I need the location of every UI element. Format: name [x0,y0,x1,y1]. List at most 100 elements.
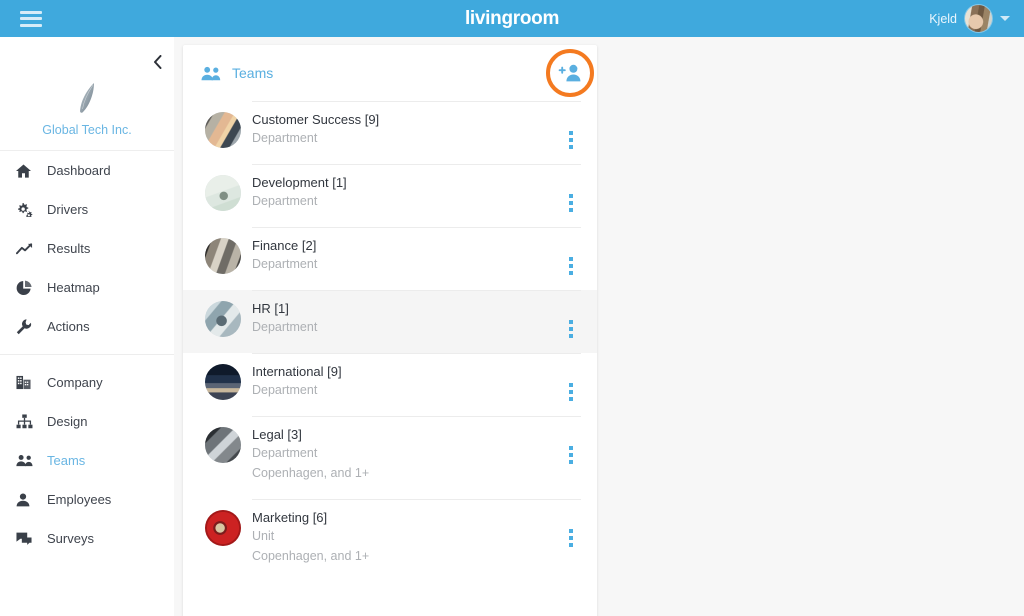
kebab-dot [569,208,573,212]
team-name: Customer Success [9] [252,112,380,127]
table-row[interactable]: Finance [2] Department [183,227,597,290]
feather-logo-glyph [80,83,94,113]
users-icon [201,66,222,81]
team-avatar [205,364,241,400]
hamburger-icon[interactable] [20,10,42,27]
kebab-dot [569,383,573,387]
table-row[interactable]: Customer Success [9] Department [183,101,597,164]
kebab-dot [569,138,573,142]
avatar-image [205,175,241,211]
sidebar: Global Tech Inc. Dashboard Drivers Resul… [0,37,175,616]
team-name: Marketing [6] [252,510,328,525]
sidebar-item-actions[interactable]: Actions [0,307,174,346]
sidebar-item-design[interactable]: Design [0,402,174,441]
team-name: Finance [2] [252,238,317,253]
feather-logo [0,81,174,115]
sidebar-item-employees[interactable]: Employees [0,480,174,519]
team-type: Department [252,131,318,145]
sidebar-item-label: Dashboard [47,163,111,178]
sidebar-item-heatmap[interactable]: Heatmap [0,268,174,307]
sidebar-item-company[interactable]: Company [0,363,174,402]
team-type: Department [252,383,318,397]
team-row-body: Customer Success [9] Department [252,101,581,164]
add-team-button[interactable] [557,60,583,86]
team-row-body: Finance [2] Department [252,227,581,290]
kebab-dot [569,194,573,198]
main-content: Teams Customer Success [9] Department De… [174,37,1024,616]
team-name: International [9] [252,364,342,379]
table-row[interactable]: International [9] Department [183,353,597,416]
comments-icon [16,531,40,546]
avatar-image [965,5,992,32]
sidebar-collapse-button[interactable] [153,55,162,71]
table-row[interactable]: HR [1] Department [183,290,597,353]
top-bar: livingroom Kjeld [0,0,1024,37]
table-row[interactable]: Development [1] Department [183,164,597,227]
kebab-dot [569,320,573,324]
team-row-body: HR [1] Department [252,290,581,353]
team-row-body: Development [1] Department [252,164,581,227]
user-icon [16,493,40,507]
kebab-dot [569,271,573,275]
wrench-icon [16,318,40,335]
more-vertical-icon[interactable] [564,383,578,401]
sidebar-item-label: Results [47,241,91,256]
sidebar-item-label: Heatmap [47,280,100,295]
more-vertical-icon[interactable] [564,320,578,338]
teams-list: Customer Success [9] Department Developm… [183,101,597,582]
kebab-dot [569,446,573,450]
kebab-dot [569,453,573,457]
sidebar-item-label: Actions [47,319,90,334]
team-location: Copenhagen, and 1+ [252,466,370,480]
pie-chart-icon [16,280,40,296]
teams-panel-header: Teams [183,45,597,101]
sidebar-item-teams[interactable]: Teams [0,441,174,480]
kebab-dot [569,536,573,540]
sidebar-item-label: Company [47,375,103,390]
team-type: Department [252,320,318,334]
kebab-dot [569,257,573,261]
more-vertical-icon[interactable] [564,529,578,547]
more-vertical-icon[interactable] [564,446,578,464]
organization-name: Global Tech Inc. [42,123,132,137]
more-vertical-icon[interactable] [564,194,578,212]
sidebar-item-surveys[interactable]: Surveys [0,519,174,558]
sidebar-item-label: Surveys [47,531,94,546]
kebab-dot [569,201,573,205]
trending-up-icon [16,242,40,255]
avatar-image [205,112,241,148]
team-type: Department [252,446,318,460]
team-avatar [205,112,241,148]
sidebar-item-results[interactable]: Results [0,229,174,268]
table-row[interactable]: Marketing [6] Unit Copenhagen, and 1+ [183,499,597,582]
sidebar-item-dashboard[interactable]: Dashboard [0,151,174,190]
team-avatar [205,301,241,337]
sitemap-icon [16,414,40,429]
more-vertical-icon[interactable] [564,257,578,275]
more-vertical-icon[interactable] [564,131,578,149]
avatar-image [205,364,241,400]
chevron-down-icon[interactable] [1000,16,1010,21]
kebab-dot [569,397,573,401]
team-row-body: International [9] Department [252,353,581,416]
page-title: Teams [232,65,274,81]
table-row[interactable]: Legal [3] Department Copenhagen, and 1+ [183,416,597,499]
cogs-icon [16,202,40,217]
avatar-image [205,510,241,546]
user-avatar[interactable] [965,5,992,32]
user-name: Kjeld [929,11,957,26]
kebab-dot [569,390,573,394]
hamburger-line [20,23,42,27]
team-row-body: Marketing [6] Unit Copenhagen, and 1+ [252,499,581,582]
sidebar-item-drivers[interactable]: Drivers [0,190,174,229]
team-type: Department [252,257,318,271]
user-menu[interactable]: Kjeld [929,0,1016,37]
avatar-image [205,238,241,274]
sidebar-item-label: Employees [47,492,112,507]
user-plus-icon [558,64,581,82]
team-avatar [205,510,241,546]
brand-logo: livingroom [0,0,1024,37]
teams-panel: Teams Customer Success [9] Department De… [183,45,597,616]
users-icon [16,454,40,467]
team-name: Legal [3] [252,427,302,442]
